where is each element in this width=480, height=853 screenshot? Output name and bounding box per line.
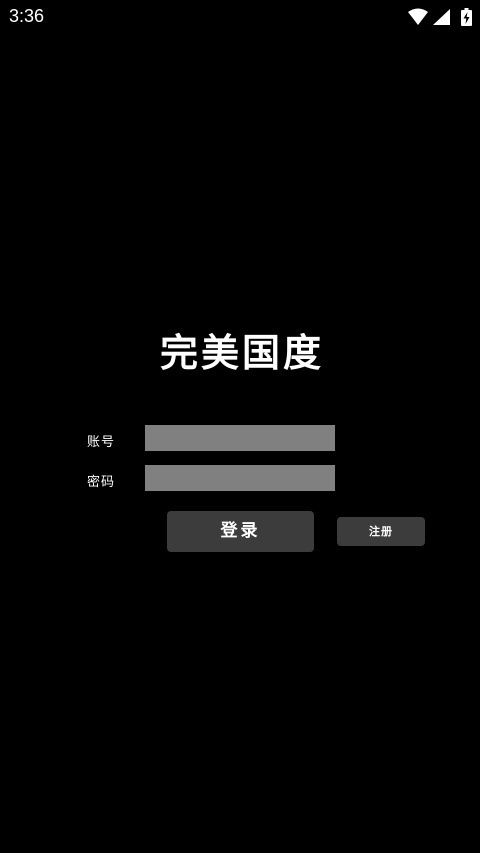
register-button[interactable]: 注册	[337, 517, 425, 546]
status-bar: 3:36	[0, 0, 480, 34]
battery-charging-icon	[461, 8, 472, 26]
wifi-icon	[408, 8, 428, 25]
signal-icon	[433, 9, 450, 25]
app-title: 完美国度	[159, 330, 324, 375]
login-screen: 3:36 完美国度 账号 密码 登录 注册	[0, 0, 480, 853]
password-label: 密码	[86, 475, 115, 490]
account-label: 账号	[86, 435, 115, 450]
status-time: 3:36	[9, 6, 45, 26]
account-input[interactable]	[145, 425, 335, 451]
password-input[interactable]	[145, 465, 335, 491]
login-button[interactable]: 登录	[167, 511, 314, 552]
